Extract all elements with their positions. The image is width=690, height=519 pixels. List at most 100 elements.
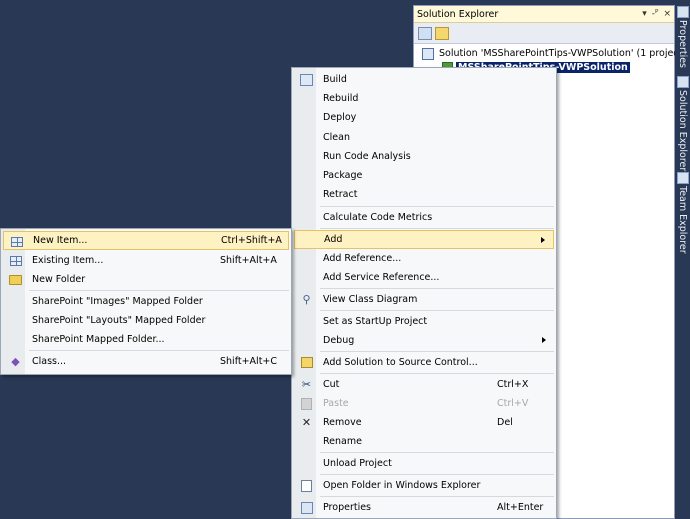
- menu-item-label: Clean: [323, 132, 350, 143]
- paste-icon: [299, 396, 314, 411]
- menu-item-label: Existing Item...: [32, 255, 104, 266]
- menu-item-deploy[interactable]: Deploy: [294, 108, 554, 127]
- remove-icon: ✕: [301, 416, 312, 429]
- submenu-arrow-icon: [541, 237, 545, 243]
- submenu-item-existing-item[interactable]: Existing Item... Shift+Alt+A: [3, 251, 289, 270]
- menu-item-open-folder-in-windows-explorer[interactable]: Open Folder in Windows Explorer: [294, 476, 554, 495]
- menu-item-label: Add Reference...: [323, 253, 402, 264]
- menu-item-view-class-diagram[interactable]: ⚲ View Class Diagram: [294, 290, 554, 309]
- add-submenu: New Item... Ctrl+Shift+A Existing Item..…: [0, 228, 292, 375]
- scissors-icon: ✂: [301, 378, 312, 391]
- dock-tab-label: Solution Explorer: [677, 90, 688, 172]
- menu-item-package[interactable]: Package: [294, 166, 554, 185]
- menu-separator: [320, 288, 554, 289]
- close-icon[interactable]: ×: [663, 9, 671, 19]
- menu-item-shortcut: Del: [497, 417, 513, 428]
- menu-item-shortcut: Alt+Enter: [497, 502, 544, 513]
- open-folder-icon: [299, 478, 314, 493]
- menu-item-add-reference[interactable]: Add Reference...: [294, 249, 554, 268]
- dock-tab-solution-explorer[interactable]: Solution Explorer: [675, 74, 690, 171]
- solution-label: Solution 'MSSharePointTips-VWPSolution' …: [439, 48, 686, 59]
- menu-item-label: SharePoint "Images" Mapped Folder: [32, 296, 203, 307]
- dock-tab-label: Properties: [677, 20, 688, 69]
- menu-item-set-startup-project[interactable]: Set as StartUp Project: [294, 312, 554, 331]
- menu-item-label: Add Service Reference...: [323, 272, 440, 283]
- solution-explorer-toolbar: [414, 23, 674, 44]
- menu-item-clean[interactable]: Clean: [294, 128, 554, 147]
- menu-item-retract[interactable]: Retract: [294, 185, 554, 204]
- menu-item-debug[interactable]: Debug: [294, 331, 554, 350]
- show-all-files-icon[interactable]: [435, 26, 449, 40]
- menu-item-remove[interactable]: ✕ Remove Del: [294, 413, 554, 432]
- menu-item-label: Class...: [32, 356, 67, 367]
- menu-item-add[interactable]: Add: [294, 230, 554, 249]
- menu-item-label: Run Code Analysis: [323, 151, 411, 162]
- menu-separator: [320, 228, 554, 229]
- menu-item-properties[interactable]: Properties Alt+Enter: [294, 498, 554, 517]
- submenu-item-sharepoint-layouts-folder[interactable]: SharePoint "Layouts" Mapped Folder: [3, 311, 289, 330]
- properties-icon: [676, 6, 689, 18]
- folder-icon: [8, 272, 23, 287]
- team-explorer-icon: [676, 172, 689, 184]
- menu-item-build[interactable]: Build: [294, 70, 554, 89]
- existing-item-icon: [8, 253, 23, 268]
- menu-item-add-solution-to-source-control[interactable]: Add Solution to Source Control...: [294, 353, 554, 372]
- menu-item-label: Build: [323, 74, 347, 85]
- dock-tab-properties[interactable]: Properties: [675, 4, 690, 68]
- menu-item-shortcut: Ctrl+V: [497, 398, 529, 409]
- menu-item-shortcut: Ctrl+X: [497, 379, 529, 390]
- menu-separator: [320, 206, 554, 207]
- menu-item-shortcut: Shift+Alt+C: [220, 356, 278, 367]
- menu-item-add-service-reference[interactable]: Add Service Reference...: [294, 268, 554, 287]
- solution-explorer-icon: [676, 76, 689, 88]
- menu-item-run-code-analysis[interactable]: Run Code Analysis: [294, 147, 554, 166]
- menu-item-shortcut: Ctrl+Shift+A: [221, 235, 282, 246]
- properties-icon: [299, 500, 314, 515]
- submenu-item-new-folder[interactable]: New Folder: [3, 270, 289, 289]
- menu-item-rename[interactable]: Rename: [294, 432, 554, 451]
- class-diagram-icon: ⚲: [302, 293, 311, 306]
- submenu-item-new-item[interactable]: New Item... Ctrl+Shift+A: [3, 231, 289, 250]
- menu-item-label: Add: [324, 234, 343, 245]
- dock-tab-team-explorer[interactable]: Team Explorer: [675, 170, 690, 254]
- menu-separator: [320, 474, 554, 475]
- solution-explorer-title: Solution Explorer: [417, 8, 499, 20]
- solution-icon: [422, 47, 434, 60]
- menu-separator: [320, 373, 554, 374]
- source-control-icon: [299, 355, 314, 370]
- menu-separator: [320, 351, 554, 352]
- menu-item-label: Add Solution to Source Control...: [323, 357, 478, 368]
- menu-item-label: Calculate Code Metrics: [323, 212, 433, 223]
- menu-item-label: Set as StartUp Project: [323, 316, 428, 327]
- window-position-dropdown-icon[interactable]: ▾: [642, 9, 647, 19]
- properties-toolbar-icon[interactable]: [418, 26, 432, 40]
- menu-item-rebuild[interactable]: Rebuild: [294, 89, 554, 108]
- menu-item-label: SharePoint "Layouts" Mapped Folder: [32, 315, 206, 326]
- menu-item-label: Package: [323, 170, 363, 181]
- menu-item-label: View Class Diagram: [323, 294, 418, 305]
- menu-item-label: Rebuild: [323, 93, 359, 104]
- build-icon: [299, 72, 314, 87]
- submenu-item-class[interactable]: ◆ Class... Shift+Alt+C: [3, 352, 289, 371]
- menu-item-shortcut: Shift+Alt+A: [220, 255, 277, 266]
- menu-item-label: SharePoint Mapped Folder...: [32, 334, 165, 345]
- submenu-item-sharepoint-images-folder[interactable]: SharePoint "Images" Mapped Folder: [3, 292, 289, 311]
- menu-item-calculate-code-metrics[interactable]: Calculate Code Metrics: [294, 208, 554, 227]
- menu-separator: [29, 290, 289, 291]
- class-icon: ◆: [11, 355, 20, 368]
- menu-item-label: Rename: [323, 436, 362, 447]
- menu-separator: [320, 310, 554, 311]
- menu-item-cut[interactable]: ✂ Cut Ctrl+X: [294, 375, 554, 394]
- menu-item-label: Cut: [323, 379, 340, 390]
- solution-node[interactable]: Solution 'MSSharePointTips-VWPSolution' …: [422, 46, 686, 61]
- menu-separator: [320, 452, 554, 453]
- submenu-item-sharepoint-mapped-folder[interactable]: SharePoint Mapped Folder...: [3, 330, 289, 349]
- menu-item-label: Unload Project: [323, 458, 392, 469]
- menu-item-unload-project[interactable]: Unload Project: [294, 454, 554, 473]
- menu-item-label: Properties: [323, 502, 372, 513]
- project-context-menu: Build Rebuild Deploy Clean Run Code Anal…: [291, 67, 557, 519]
- menu-item-paste[interactable]: Paste Ctrl+V: [294, 394, 554, 413]
- submenu-arrow-icon: [542, 337, 546, 343]
- dock-tab-label: Team Explorer: [677, 186, 688, 254]
- auto-hide-pin-icon[interactable]: -ᴾ: [652, 9, 659, 19]
